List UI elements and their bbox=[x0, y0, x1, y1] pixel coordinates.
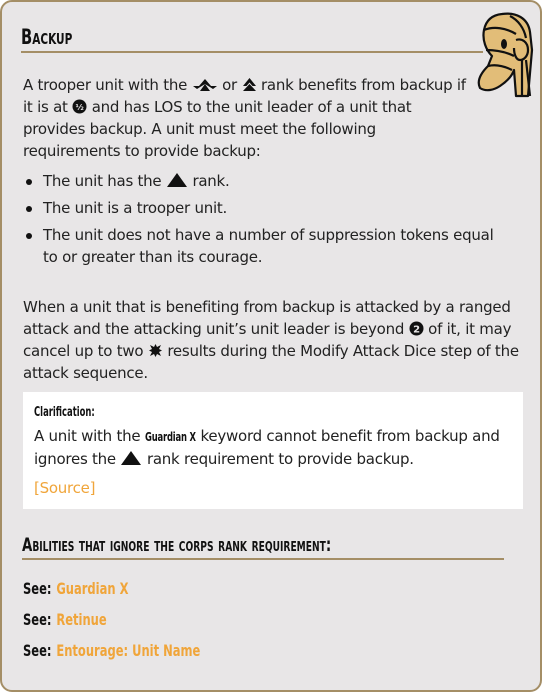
requirement-text: rank. bbox=[187, 172, 230, 190]
abilities-title: Abilities that ignore the corps rank req… bbox=[22, 534, 332, 556]
section-title: Backup bbox=[21, 25, 73, 49]
intro-paragraph: A trooper unit with the or rank benefits… bbox=[23, 74, 473, 162]
range-2-icon: 2 bbox=[409, 321, 424, 336]
section-header: Backup bbox=[21, 24, 483, 53]
clarification-text: A unit with the Guardian X keyword canno… bbox=[34, 425, 514, 470]
corps-rank-icon bbox=[166, 173, 187, 187]
clarification-box: Clarification: A unit with the Guardian … bbox=[23, 392, 523, 509]
see-row: See: Entourage: Unit Name bbox=[23, 641, 200, 663]
intro-text: A trooper unit with the bbox=[23, 76, 192, 94]
link-guardian-x[interactable]: Guardian X bbox=[56, 579, 128, 598]
battle-droid-icon bbox=[477, 12, 534, 98]
hit-result-icon bbox=[148, 344, 162, 357]
intro-text: or bbox=[217, 76, 242, 94]
list-item: The unit is a trooper unit. bbox=[23, 197, 503, 219]
requirements-list: The unit has the rank. The unit is a tro… bbox=[23, 170, 503, 273]
requirement-text: The unit has the bbox=[43, 172, 166, 190]
bullet-icon bbox=[26, 206, 32, 212]
source-link[interactable]: [Source] bbox=[34, 479, 95, 497]
link-entourage[interactable]: Entourage: Unit Name bbox=[56, 641, 200, 660]
see-label: See: bbox=[23, 610, 52, 629]
clarification-heading: Clarification: bbox=[34, 405, 95, 420]
keyword-guardian-x: Guardian X bbox=[144, 430, 196, 444]
effect-paragraph: When a unit that is benefiting from back… bbox=[23, 296, 528, 384]
list-item: The unit has the rank. bbox=[23, 170, 503, 192]
bullet-icon bbox=[26, 179, 32, 185]
svg-text:2: 2 bbox=[413, 325, 420, 336]
range-half-icon: ½ bbox=[72, 99, 87, 114]
requirement-text: The unit is a trooper unit. bbox=[43, 199, 228, 217]
link-retinue[interactable]: Retinue bbox=[56, 610, 106, 629]
list-item: The unit does not have a number of suppr… bbox=[23, 224, 503, 268]
support-rank-icon bbox=[242, 78, 256, 91]
bullet-icon bbox=[26, 233, 32, 239]
see-label: See: bbox=[23, 579, 52, 598]
requirement-text: The unit does not have a number of suppr… bbox=[43, 226, 494, 266]
corps-rank-icon bbox=[121, 451, 142, 465]
see-row: See: Guardian X bbox=[23, 579, 128, 601]
clarification-text-part: A unit with the bbox=[34, 427, 145, 445]
see-label: See: bbox=[23, 641, 52, 660]
keyword-card: Backup A trooper unit with the or rank b… bbox=[0, 0, 542, 692]
svg-text:½: ½ bbox=[76, 102, 84, 112]
clarification-text-part: rank requirement to provide backup. bbox=[142, 450, 414, 468]
special-forces-rank-icon bbox=[192, 79, 217, 91]
abilities-header: Abilities that ignore the corps rank req… bbox=[22, 533, 504, 560]
see-row: See: Retinue bbox=[23, 610, 107, 632]
